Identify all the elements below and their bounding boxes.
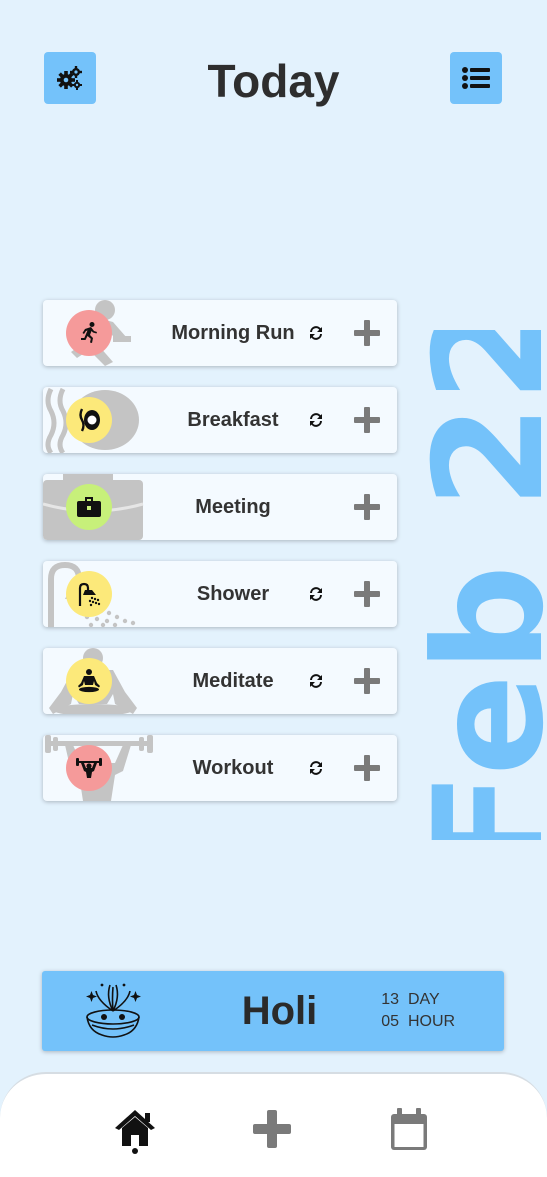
add-icon[interactable] xyxy=(354,320,380,346)
task-name: Shower xyxy=(196,582,270,605)
event-countdown: 13 DAY 05 HOUR xyxy=(350,989,470,1033)
task-list: Morning Run Breakfast Meeting Shower Med… xyxy=(43,300,397,822)
task-card-meditate[interactable]: Meditate xyxy=(43,648,397,714)
current-date: Feb 22 xyxy=(420,330,547,840)
add-icon[interactable] xyxy=(354,668,380,694)
add-icon[interactable] xyxy=(354,755,380,781)
task-card-shower[interactable]: Shower xyxy=(43,561,397,627)
event-countdown-banner[interactable]: Holi 13 DAY 05 HOUR xyxy=(42,971,504,1051)
repeat-icon[interactable] xyxy=(308,673,324,689)
calendar-icon xyxy=(391,1108,427,1150)
list-icon xyxy=(462,67,490,89)
add-icon[interactable] xyxy=(354,581,380,607)
countdown-hours-label: HOUR xyxy=(408,1013,456,1030)
repeat-icon[interactable] xyxy=(308,760,324,776)
repeat-icon[interactable] xyxy=(308,586,324,602)
add-icon[interactable] xyxy=(354,494,380,520)
weightlifting-icon xyxy=(66,745,112,791)
bacon-egg-icon xyxy=(66,397,112,443)
nav-calendar-button[interactable] xyxy=(387,1108,431,1152)
task-card-breakfast[interactable]: Breakfast xyxy=(43,387,397,453)
countdown-days-label: DAY xyxy=(408,991,440,1008)
holi-celebration-icon xyxy=(86,983,141,1038)
bottom-navigation xyxy=(0,1072,547,1177)
repeat-icon[interactable] xyxy=(308,325,324,341)
active-indicator-dot xyxy=(132,1148,138,1154)
meditation-icon xyxy=(66,658,112,704)
countdown-hours-value: 05 xyxy=(381,1013,399,1030)
task-name: Meditate xyxy=(192,669,274,692)
add-icon[interactable] xyxy=(354,407,380,433)
event-name: Holi xyxy=(241,988,318,1033)
nav-add-button[interactable] xyxy=(251,1108,295,1152)
shower-icon xyxy=(66,571,112,617)
home-icon xyxy=(115,1110,155,1146)
add-icon xyxy=(253,1110,291,1148)
task-card-meeting[interactable]: Meeting xyxy=(43,474,397,540)
task-name: Workout xyxy=(192,756,274,779)
running-icon xyxy=(66,310,112,356)
nav-home-button[interactable] xyxy=(113,1108,157,1152)
task-card-workout[interactable]: Workout xyxy=(43,735,397,801)
task-name: Morning Run xyxy=(171,321,295,344)
repeat-icon[interactable] xyxy=(308,412,324,428)
task-card-morning-run[interactable]: Morning Run xyxy=(43,300,397,366)
task-name: Breakfast xyxy=(187,408,279,431)
task-name: Meeting xyxy=(195,495,271,518)
list-view-button[interactable] xyxy=(450,52,502,104)
briefcase-icon xyxy=(66,484,112,530)
countdown-days-value: 13 xyxy=(381,991,399,1008)
